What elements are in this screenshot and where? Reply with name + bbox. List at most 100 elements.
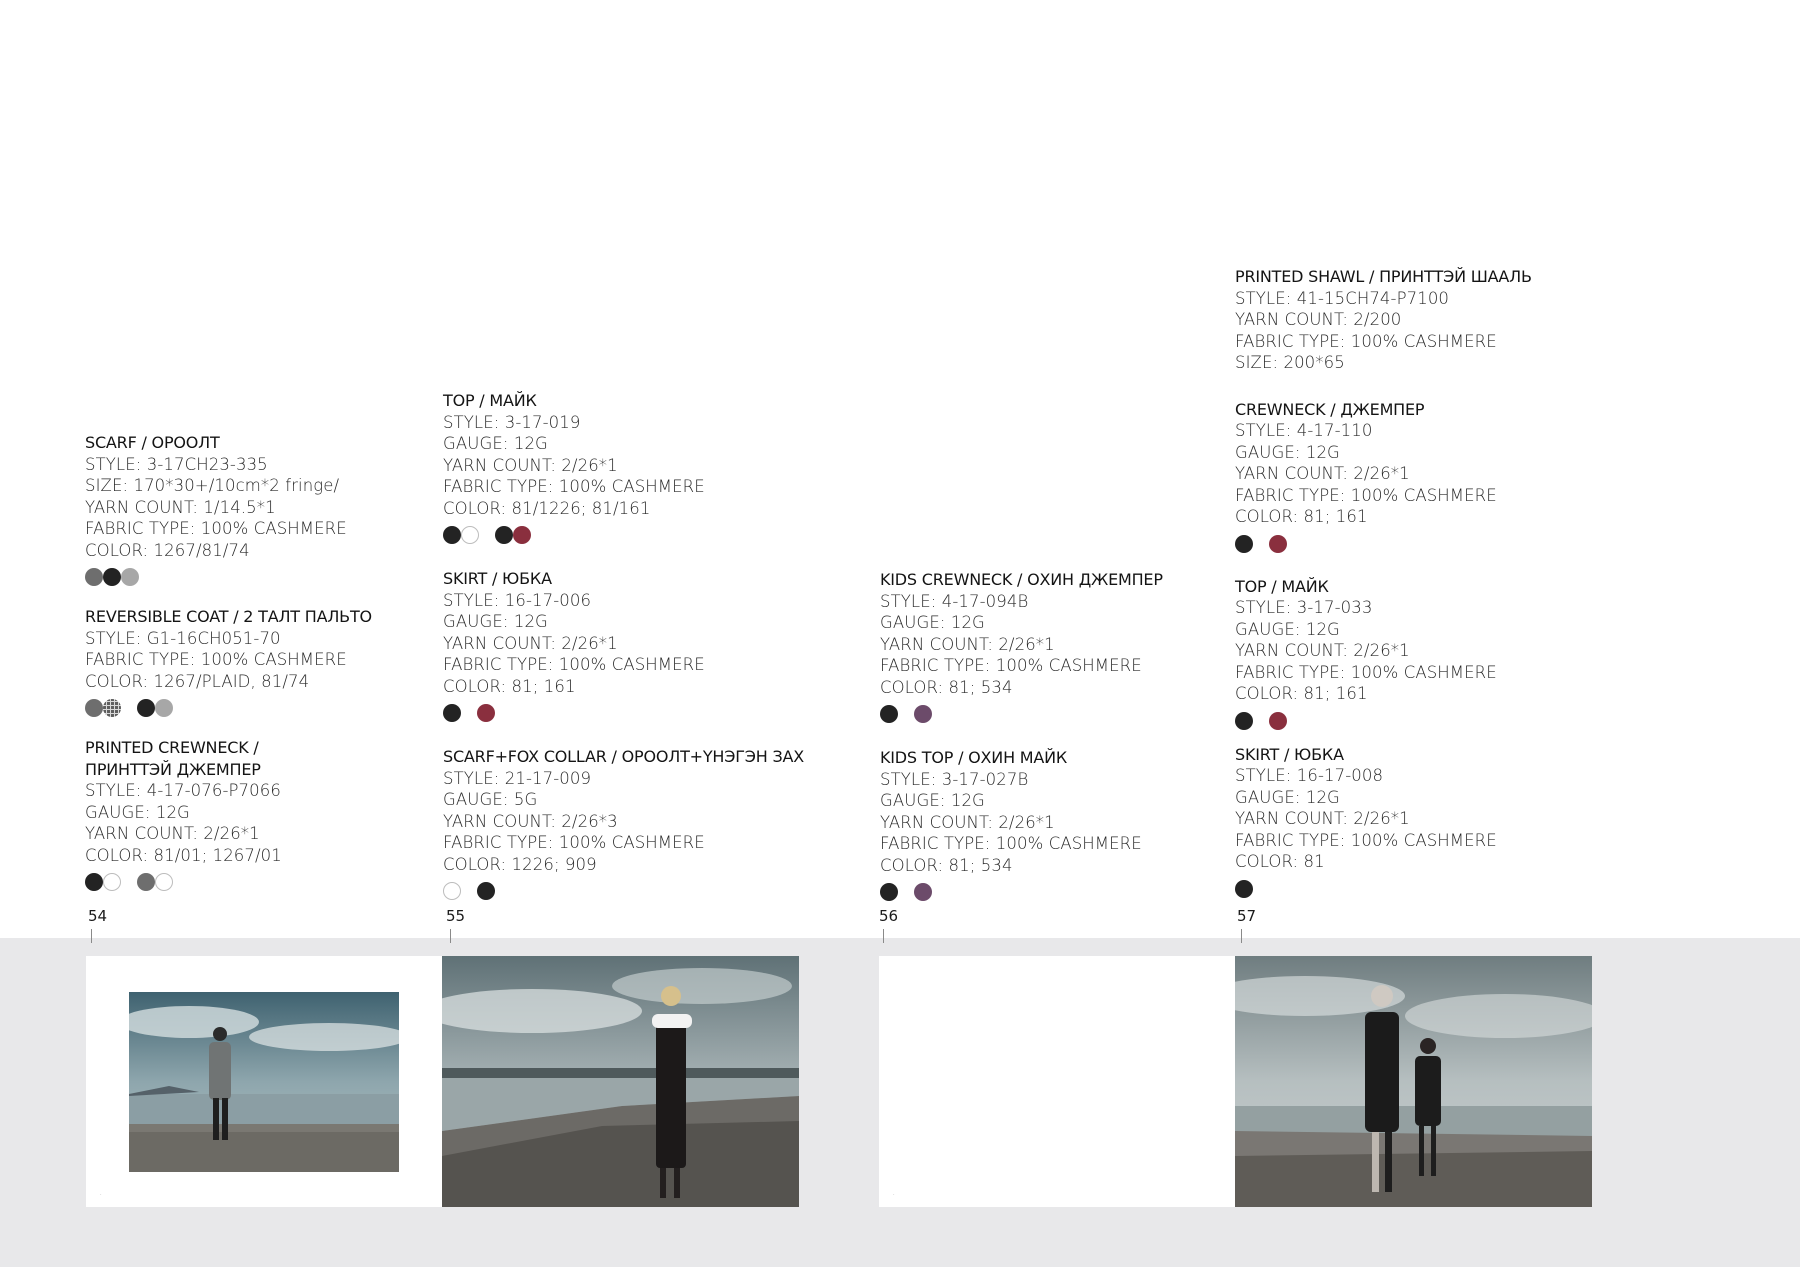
product-yarn-count: YARN COUNT: 2/26*1 bbox=[1235, 641, 1410, 660]
product-style: STYLE: 4-17-110 bbox=[1235, 421, 1373, 440]
product-yarn-count: YARN COUNT: 2/26*1 bbox=[85, 824, 260, 843]
product-title: KIDS CREWNECK / ОХИН ДЖЕМПЕР bbox=[880, 570, 1163, 589]
swatch-grey bbox=[85, 568, 103, 586]
swatch-black bbox=[880, 705, 898, 723]
product-fabric-type: FABRIC TYPE: 100% CASHMERE bbox=[1235, 485, 1497, 505]
swatch-white bbox=[155, 873, 173, 891]
product-column-2: TOP / МАЙК STYLE: 3-17-019 GAUGE: 12G YA… bbox=[443, 390, 804, 902]
product-style: STYLE: 3-17-019 bbox=[443, 412, 581, 432]
color-swatches bbox=[85, 566, 372, 588]
swatch-black bbox=[103, 568, 121, 586]
swatch-white bbox=[443, 882, 461, 900]
spread-56-57: · bbox=[879, 956, 1592, 1207]
product-color: COLOR: 81; 534 bbox=[880, 677, 1013, 697]
page-number-54: 54 bbox=[88, 907, 108, 925]
product-gauge: GAUGE: 12G bbox=[1235, 442, 1340, 462]
product-column-4: PRINTED SHAWL / ПРИНТТЭЙ ШААЛЬ STYLE: 41… bbox=[1235, 266, 1532, 900]
product-title: SCARF+FOX COLLAR / ОРООЛТ+ҮНЭГЭН ЗАХ bbox=[443, 747, 805, 766]
product-style: STYLE: 41-15CH74-P7100 bbox=[1235, 288, 1450, 308]
product-fabric-type: FABRIC TYPE: 100% CASHMERE bbox=[880, 834, 1142, 853]
photo-mother-and-daughter bbox=[1235, 956, 1592, 1207]
product-column-3: KIDS CREWNECK / ОХИН ДЖЕМПЕР STYLE: 4-17… bbox=[880, 569, 1163, 903]
swatch-black bbox=[137, 699, 155, 717]
product-style: STYLE: 21-17-009 bbox=[443, 768, 592, 788]
color-swatches bbox=[880, 881, 1163, 903]
product-style: STYLE: 4-17-094B bbox=[880, 591, 1029, 611]
swatch-black bbox=[85, 873, 103, 891]
product-skirt-006: SKIRT / ЮБКА STYLE: 16-17-006 GAUGE: 12G… bbox=[443, 568, 804, 724]
photo-woman-on-beach bbox=[442, 956, 799, 1207]
swatch-burgundy bbox=[513, 526, 531, 544]
product-title: PRINTED CREWNECK / bbox=[85, 738, 259, 757]
swatch-black bbox=[1235, 879, 1253, 898]
product-fabric-type: FABRIC TYPE: 100% CASHMERE bbox=[443, 477, 705, 496]
product-printed-shawl: PRINTED SHAWL / ПРИНТТЭЙ ШААЛЬ STYLE: 41… bbox=[1235, 266, 1532, 374]
color-swatches bbox=[1235, 710, 1532, 732]
color-swatches bbox=[1235, 533, 1532, 555]
product-gauge: GAUGE: 12G bbox=[443, 612, 548, 631]
color-swatches bbox=[1235, 878, 1532, 900]
swatch-purple bbox=[914, 705, 932, 723]
swatch-burgundy bbox=[1269, 711, 1287, 730]
product-color: COLOR: 81; 161 bbox=[1235, 507, 1368, 526]
swatch-burgundy bbox=[1269, 534, 1287, 553]
product-gauge: GAUGE: 12G bbox=[443, 434, 548, 453]
tiny-page-marker: · bbox=[100, 1192, 102, 1198]
swatch-light-grey bbox=[121, 568, 139, 586]
product-title: SKIRT / ЮБКА bbox=[443, 569, 552, 588]
product-yarn-count: YARN COUNT: 2/26*3 bbox=[443, 811, 618, 831]
product-title-line-2: ПРИНТТЭЙ ДЖЕМПЕР bbox=[85, 759, 261, 779]
product-color: COLOR: 1267/PLAID, 81/74 bbox=[85, 671, 310, 691]
product-fabric-type: FABRIC TYPE: 100% CASHMERE bbox=[1235, 830, 1497, 850]
product-reversible-coat: REVERSIBLE COAT / 2 ТАЛТ ПАЛЬТО STYLE: G… bbox=[85, 606, 372, 719]
swatch-black bbox=[443, 526, 461, 544]
product-style: STYLE: 16-17-008 bbox=[1235, 766, 1384, 785]
swatch-burgundy bbox=[477, 704, 495, 722]
swatch-white bbox=[103, 873, 121, 891]
product-gauge: GAUGE: 12G bbox=[85, 802, 190, 822]
page-number-55: 55 bbox=[446, 907, 466, 925]
product-style: STYLE: 4-17-076-P7066 bbox=[85, 781, 281, 800]
page-number-56: 56 bbox=[879, 907, 899, 925]
product-color: COLOR: 1267/81/74 bbox=[85, 540, 250, 560]
product-yarn-count: YARN COUNT: 1/14.5*1 bbox=[85, 497, 276, 517]
product-top-019: TOP / МАЙК STYLE: 3-17-019 GAUGE: 12G YA… bbox=[443, 390, 804, 546]
product-fabric-type: FABRIC TYPE: 100% CASHMERE bbox=[443, 655, 705, 674]
color-swatches bbox=[85, 697, 372, 719]
product-gauge: GAUGE: 12G bbox=[1235, 787, 1340, 807]
product-yarn-count: YARN COUNT: 2/200 bbox=[1235, 310, 1402, 329]
product-gauge: GAUGE: 5G bbox=[443, 790, 538, 809]
product-color: COLOR: 81/01; 1267/01 bbox=[85, 845, 282, 865]
product-title: TOP / МАЙК bbox=[1235, 576, 1329, 596]
product-yarn-count: YARN COUNT: 2/26*1 bbox=[880, 812, 1055, 832]
product-color: COLOR: 81; 161 bbox=[1235, 684, 1368, 703]
swatch-purple bbox=[914, 883, 932, 901]
product-yarn-count: YARN COUNT: 2/26*1 bbox=[443, 633, 618, 653]
product-scarf-fox-collar: SCARF+FOX COLLAR / ОРООЛТ+ҮНЭГЭН ЗАХ STY… bbox=[443, 746, 804, 902]
product-color: COLOR: 81 bbox=[1235, 852, 1325, 871]
product-fabric-type: FABRIC TYPE: 100% CASHMERE bbox=[880, 656, 1142, 675]
swatch-white bbox=[461, 526, 479, 544]
swatch-grey bbox=[85, 699, 103, 717]
product-style: STYLE: 16-17-006 bbox=[443, 590, 592, 610]
spread-54-55: · bbox=[86, 956, 799, 1207]
product-title: KIDS TOP / ОХИН МАЙК bbox=[880, 748, 1068, 767]
swatch-plaid bbox=[103, 699, 121, 717]
product-gauge: GAUGE: 12G bbox=[1235, 619, 1340, 639]
swatch-black bbox=[443, 704, 461, 722]
page-tick bbox=[883, 929, 884, 943]
product-size: SIZE: 170*30+/10cm*2 fringe/ bbox=[85, 476, 340, 495]
product-kids-top: KIDS TOP / ОХИН МАЙК STYLE: 3-17-027B GA… bbox=[880, 747, 1163, 903]
tiny-page-marker: · bbox=[893, 1192, 895, 1198]
product-color: COLOR: 81/1226; 81/161 bbox=[443, 498, 651, 518]
product-style: STYLE: 3-17CH23-335 bbox=[85, 454, 268, 474]
product-skirt-008: SKIRT / ЮБКА STYLE: 16-17-008 GAUGE: 12G… bbox=[1235, 744, 1532, 900]
product-color: COLOR: 81; 534 bbox=[880, 855, 1013, 875]
product-yarn-count: YARN COUNT: 2/26*1 bbox=[1235, 464, 1410, 483]
product-gauge: GAUGE: 12G bbox=[880, 791, 985, 810]
color-swatches bbox=[85, 871, 372, 893]
page-tick bbox=[450, 929, 451, 943]
product-yarn-count: YARN COUNT: 2/26*1 bbox=[880, 634, 1055, 654]
product-fabric-type: FABRIC TYPE: 100% CASHMERE bbox=[85, 519, 347, 538]
product-style: STYLE: 3-17-027B bbox=[880, 769, 1029, 789]
